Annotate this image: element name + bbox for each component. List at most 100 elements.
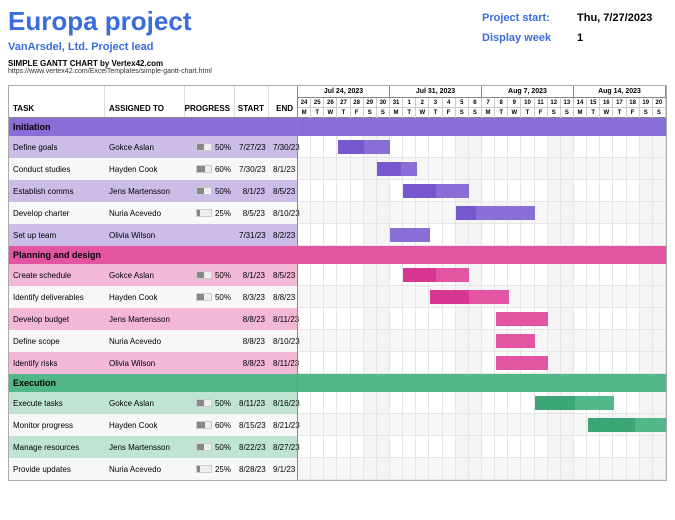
gantt-bar[interactable] (496, 334, 536, 348)
phase-header: Execution (9, 374, 297, 392)
col-start: START (235, 86, 269, 117)
task-name-cell: Identify risks (9, 359, 105, 368)
task-name-cell: Manage resources (9, 443, 105, 452)
gantt-bar[interactable] (338, 140, 391, 154)
week-header-cell: Jul 31, 2023 (390, 86, 482, 98)
day-number-cell: 7 (482, 98, 495, 108)
gantt-bar[interactable] (456, 206, 535, 220)
task-name-cell: Create schedule (9, 271, 105, 280)
task-assigned-cell: Gokce Aslan (105, 143, 185, 152)
dow-cell: F (535, 108, 548, 118)
dow-cell: F (443, 108, 456, 118)
gantt-bar[interactable] (390, 228, 430, 242)
calendar-area: Jul 24, 2023Jul 31, 2023Aug 7, 2023Aug 1… (297, 86, 666, 480)
task-end-cell: 8/1/23 (269, 165, 297, 174)
task-row[interactable]: Define goalsGokce Aslan50%7/27/237/30/23 (9, 136, 297, 158)
progress-text: 50% (215, 143, 231, 152)
task-name-cell: Develop charter (9, 209, 105, 218)
phase-header-calendar (298, 246, 666, 264)
task-start-cell: 8/5/23 (235, 209, 269, 218)
task-end-cell: 8/5/23 (269, 187, 297, 196)
dow-cell: T (613, 108, 626, 118)
col-end: END (269, 86, 297, 117)
task-progress-cell: 50% (185, 187, 235, 196)
task-row[interactable]: Establish commsJens Martensson50%8/1/238… (9, 180, 297, 202)
day-number-cell: 24 (298, 98, 311, 108)
task-end-cell: 9/1/23 (269, 465, 297, 474)
progress-bar (196, 143, 212, 151)
gantt-grid: TASK ASSIGNED TO PROGRESS START END Init… (8, 85, 667, 481)
calendar-row (298, 458, 666, 480)
task-name-cell: Develop budget (9, 315, 105, 324)
task-row[interactable]: Set up teamOlivia Wilson7/31/238/2/23 (9, 224, 297, 246)
task-end-cell: 8/16/23 (269, 399, 297, 408)
task-start-cell: 8/22/23 (235, 443, 269, 452)
task-assigned-cell: Gokce Aslan (105, 271, 185, 280)
col-task: TASK (9, 86, 105, 117)
day-number-cell: 5 (456, 98, 469, 108)
progress-text: 60% (215, 165, 231, 174)
day-number-cell: 1 (403, 98, 416, 108)
task-row[interactable]: Conduct studiesHayden Cook60%7/30/238/1/… (9, 158, 297, 180)
task-row[interactable]: Identify deliverablesHayden Cook50%8/3/2… (9, 286, 297, 308)
dow-cell: F (351, 108, 364, 118)
task-start-cell: 8/3/23 (235, 293, 269, 302)
day-number-cell: 19 (640, 98, 653, 108)
task-progress-cell: 50% (185, 293, 235, 302)
task-end-cell: 8/11/23 (269, 315, 297, 324)
gantt-bar[interactable] (377, 162, 417, 176)
task-row[interactable]: Provide updatesNuria Acevedo25%8/28/239/… (9, 458, 297, 480)
col-assigned: ASSIGNED TO (105, 86, 185, 117)
gantt-bar[interactable] (430, 290, 509, 304)
task-row[interactable]: Develop charterNuria Acevedo25%8/5/238/1… (9, 202, 297, 224)
progress-text: 25% (215, 465, 231, 474)
display-week-value[interactable]: 1 (577, 32, 667, 44)
day-number-cell: 6 (469, 98, 482, 108)
task-start-cell: 8/28/23 (235, 465, 269, 474)
calendar-row (298, 180, 666, 202)
day-number-cell: 15 (587, 98, 600, 108)
task-start-cell: 8/1/23 (235, 187, 269, 196)
day-number-cell: 2 (416, 98, 429, 108)
dow-cell: M (574, 108, 587, 118)
gantt-bar[interactable] (403, 268, 469, 282)
progress-bar (196, 465, 212, 473)
progress-text: 50% (215, 443, 231, 452)
gantt-bar[interactable] (588, 418, 666, 432)
task-table: TASK ASSIGNED TO PROGRESS START END Init… (9, 86, 297, 480)
progress-bar (196, 443, 212, 451)
task-row[interactable]: Manage resourcesJens Martensson50%8/22/2… (9, 436, 297, 458)
project-start-label: Project start: (482, 12, 577, 24)
task-row[interactable]: Execute tasksGokce Aslan50%8/11/238/16/2… (9, 392, 297, 414)
task-row[interactable]: Define scopeNuria Acevedo8/8/238/10/23 (9, 330, 297, 352)
day-number-cell: 31 (390, 98, 403, 108)
task-row[interactable]: Create scheduleGokce Aslan50%8/1/238/5/2… (9, 264, 297, 286)
dow-cell: T (337, 108, 350, 118)
task-name-cell: Set up team (9, 231, 105, 240)
progress-text: 50% (215, 399, 231, 408)
calendar-row (298, 436, 666, 458)
task-assigned-cell: Hayden Cook (105, 293, 185, 302)
dow-cell: W (416, 108, 429, 118)
gantt-bar[interactable] (403, 184, 469, 198)
dow-cell: W (508, 108, 521, 118)
task-row[interactable]: Identify risksOlivia Wilson8/8/238/11/23 (9, 352, 297, 374)
task-row[interactable]: Monitor progressHayden Cook60%8/15/238/2… (9, 414, 297, 436)
day-number-cell: 14 (574, 98, 587, 108)
gantt-bar[interactable] (496, 312, 549, 326)
gantt-bar-progress (403, 268, 436, 282)
task-end-cell: 8/8/23 (269, 293, 297, 302)
task-name-cell: Provide updates (9, 465, 105, 474)
dow-cell: W (324, 108, 337, 118)
gantt-bar-progress (430, 290, 470, 304)
day-number-cell: 11 (535, 98, 548, 108)
dow-cell: M (482, 108, 495, 118)
day-number-cell: 16 (600, 98, 613, 108)
task-progress-cell: 50% (185, 443, 235, 452)
calendar-row (298, 308, 666, 330)
task-start-cell: 7/30/23 (235, 165, 269, 174)
task-row[interactable]: Develop budgetJens Martensson8/8/238/11/… (9, 308, 297, 330)
gantt-bar[interactable] (496, 356, 549, 370)
task-progress-cell: 50% (185, 143, 235, 152)
gantt-bar[interactable] (535, 396, 614, 410)
